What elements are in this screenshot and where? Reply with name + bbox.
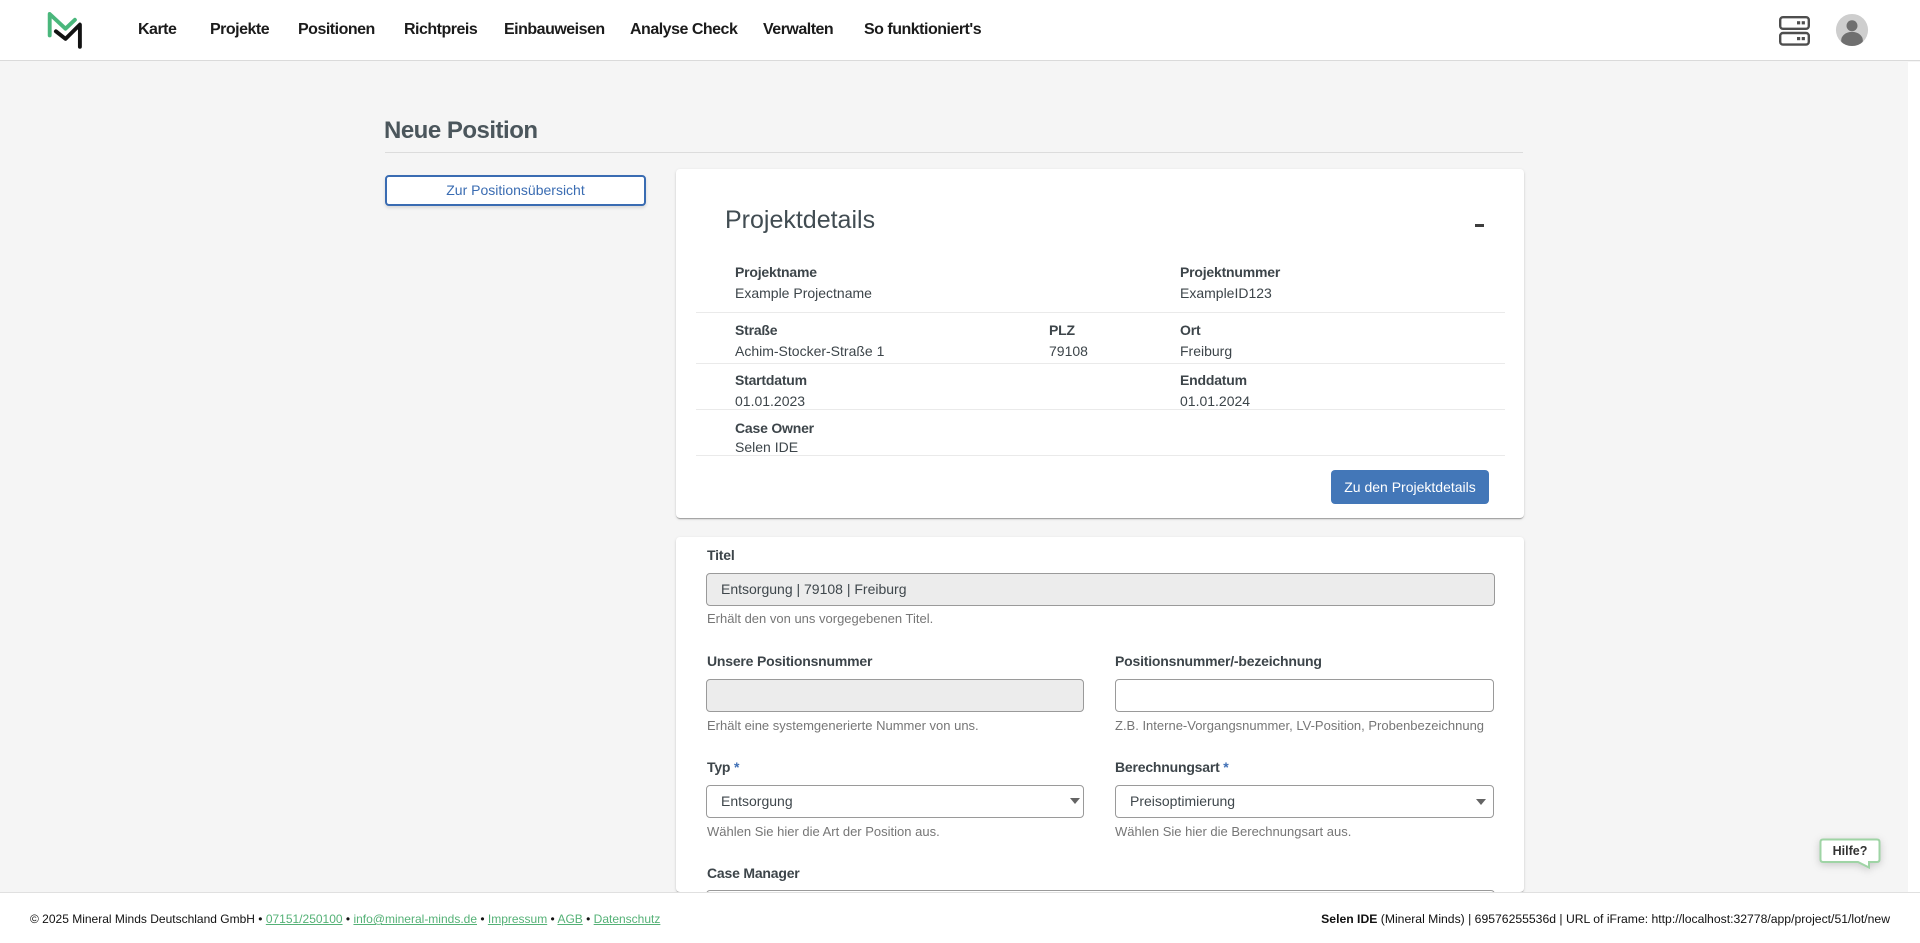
svg-text:Hilfe?: Hilfe? [1833,844,1868,858]
